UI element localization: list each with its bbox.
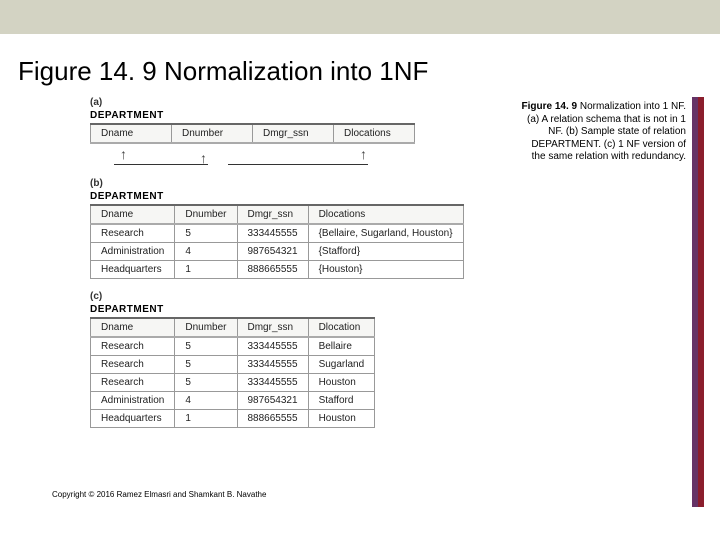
cell: Research (91, 337, 175, 356)
cell: Bellaire (308, 337, 375, 356)
col-header: Dnumber (172, 124, 253, 143)
arrow-up-icon: ↑ (360, 146, 367, 162)
col-header: Dlocations (308, 205, 463, 224)
cell: Stafford (308, 392, 375, 410)
cell: Administration (91, 392, 175, 410)
part-b-relation: DEPARTMENT (90, 191, 490, 202)
part-a-schema-table: Dname Dnumber Dmgr_ssn Dlocations (90, 123, 415, 144)
part-b-label: (b) (90, 178, 490, 189)
cell: 333445555 (237, 337, 308, 356)
cell: 987654321 (237, 392, 308, 410)
col-header: Dnumber (175, 205, 237, 224)
caption-title: Figure 14. 9 (521, 101, 577, 112)
underline-icon (114, 164, 208, 165)
col-header: Dnumber (175, 318, 237, 337)
part-a-arrows: ↑ ↑ ↑ (90, 146, 490, 172)
col-header: Dname (91, 205, 175, 224)
cell: Research (91, 224, 175, 243)
col-header: Dlocations (334, 124, 415, 143)
col-header: Dmgr_ssn (237, 318, 308, 337)
table-row: Research 5 333445555 {Bellaire, Sugarlan… (91, 224, 464, 243)
cell: 5 (175, 356, 237, 374)
col-header: Dname (91, 124, 172, 143)
cell: 5 (175, 374, 237, 392)
content-area: Figure 14. 9 Normalization into 1 NF. (a… (22, 97, 698, 507)
col-header: Dname (91, 318, 175, 337)
cell: 1 (175, 410, 237, 428)
figure-caption: Figure 14. 9 Normalization into 1 NF. (a… (516, 101, 686, 164)
cell: 888665555 (237, 410, 308, 428)
cell: 888665555 (237, 261, 308, 279)
col-header: Dlocation (308, 318, 375, 337)
col-header: Dmgr_ssn (253, 124, 334, 143)
cell: 987654321 (237, 243, 308, 261)
cell: {Bellaire, Sugarland, Houston} (308, 224, 463, 243)
figure-wrap: (a) DEPARTMENT Dname Dnumber Dmgr_ssn Dl… (90, 97, 490, 428)
part-a-relation: DEPARTMENT (90, 110, 490, 121)
part-b-table: Dname Dnumber Dmgr_ssn Dlocations Resear… (90, 204, 464, 279)
cell: Houston (308, 374, 375, 392)
underline-icon (228, 164, 368, 165)
copyright-footer: Copyright © 2016 Ramez Elmasri and Shamk… (52, 490, 266, 499)
cell: Research (91, 374, 175, 392)
cell: 333445555 (237, 224, 308, 243)
table-row: Headquarters 1 888665555 Houston (91, 410, 375, 428)
part-c-table: Dname Dnumber Dmgr_ssn Dlocation Researc… (90, 317, 375, 428)
cell: {Stafford} (308, 243, 463, 261)
table-row: Research 5 333445555 Bellaire (91, 337, 375, 356)
cell: 1 (175, 261, 237, 279)
cell: 333445555 (237, 374, 308, 392)
part-c-label: (c) (90, 291, 490, 302)
part-a-label: (a) (90, 97, 490, 108)
cell: Research (91, 356, 175, 374)
cell: 333445555 (237, 356, 308, 374)
table-row: Research 5 333445555 Sugarland (91, 356, 375, 374)
cell: {Houston} (308, 261, 463, 279)
cell: 5 (175, 337, 237, 356)
cell: Houston (308, 410, 375, 428)
table-row: Headquarters 1 888665555 {Houston} (91, 261, 464, 279)
cell: Sugarland (308, 356, 375, 374)
table-row: Administration 4 987654321 Stafford (91, 392, 375, 410)
top-banner (0, 0, 720, 34)
cell: 5 (175, 224, 237, 243)
slide-title: Figure 14. 9 Normalization into 1NF (18, 56, 720, 87)
cell: Headquarters (91, 261, 175, 279)
table-row: Administration 4 987654321 {Stafford} (91, 243, 464, 261)
cell: 4 (175, 392, 237, 410)
col-header: Dmgr_ssn (237, 205, 308, 224)
table-row: Research 5 333445555 Houston (91, 374, 375, 392)
cell: Headquarters (91, 410, 175, 428)
part-c-relation: DEPARTMENT (90, 304, 490, 315)
arrow-up-icon: ↑ (120, 146, 127, 162)
cell: Administration (91, 243, 175, 261)
cell: 4 (175, 243, 237, 261)
